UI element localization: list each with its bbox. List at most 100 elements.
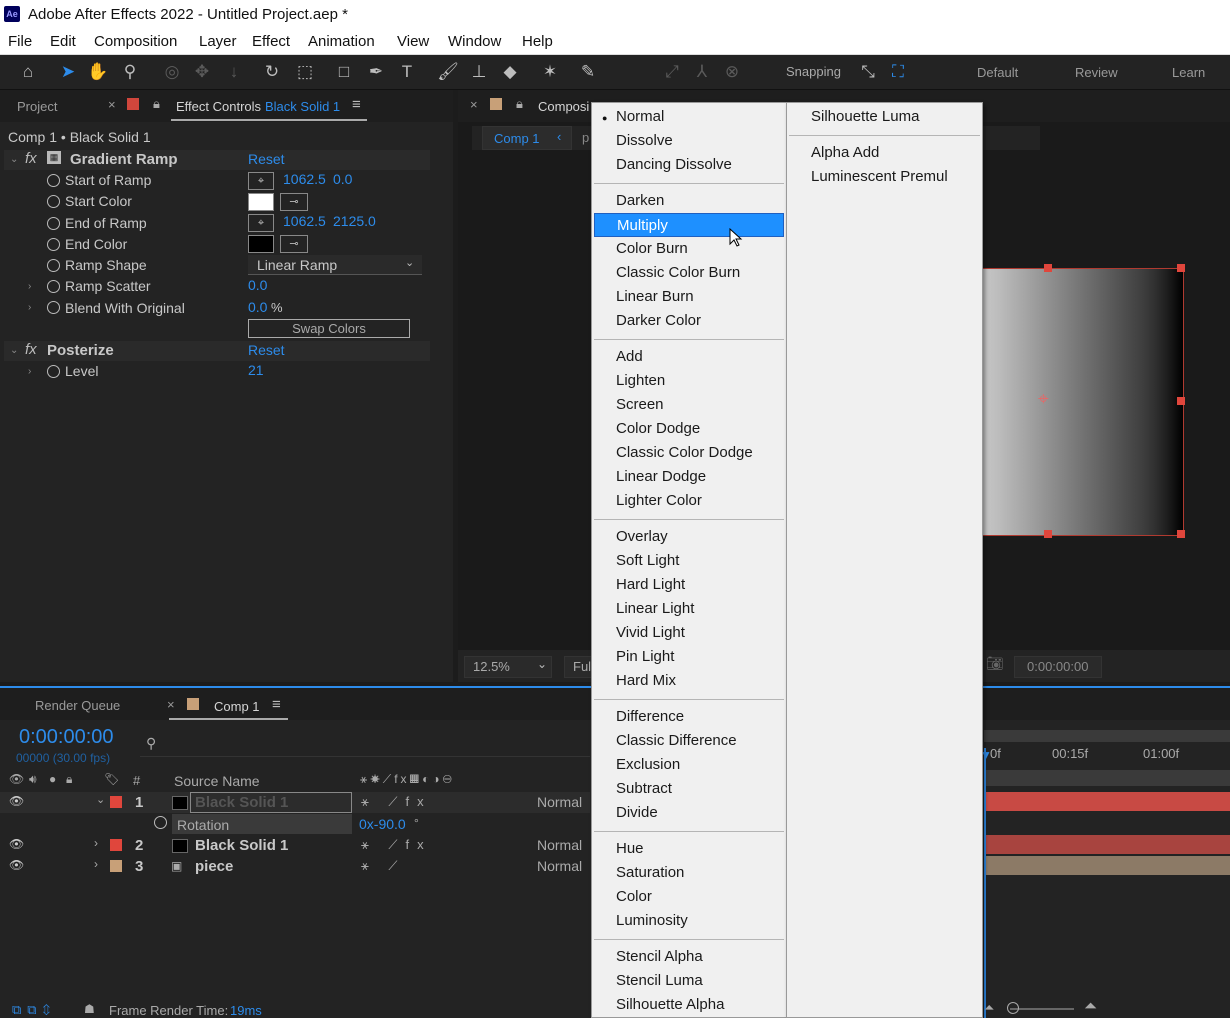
layer-name[interactable]: piece [195,858,233,875]
blend-value[interactable]: 0.0 [248,299,267,315]
comp-nav-tab[interactable]: Comp 1 ‹ [482,126,572,150]
menu-item[interactable]: Vivid Light [616,621,685,645]
search-input[interactable] [140,732,590,757]
menu-item[interactable]: Color Dodge [616,417,700,441]
menu-item[interactable]: Subtract [616,777,672,801]
menu-item[interactable]: Alpha Add [811,141,879,165]
twirl-right-icon[interactable]: › [28,366,31,377]
menu-item[interactable]: Luminescent Premul [811,165,948,189]
layer-handle[interactable] [1044,530,1052,538]
close-icon[interactable]: × [108,97,116,112]
menu-item[interactable]: Normal [616,105,664,129]
twirl-right-icon[interactable]: › [28,302,31,313]
point-target-icon[interactable]: ⌖ [248,172,274,190]
menu-item[interactable]: Exclusion [616,753,680,777]
menu-item[interactable]: Color [616,885,652,909]
menu-item[interactable]: Linear Dodge [616,465,706,489]
menu-item[interactable]: Classic Difference [616,729,737,753]
menu-item[interactable]: Hard Mix [616,669,676,693]
eyedropper-icon[interactable]: ⊸ [280,193,308,211]
close-icon[interactable]: × [470,97,478,112]
swap-colors-button[interactable]: Swap Colors [248,319,410,338]
menu-layer[interactable]: Layer [199,33,237,50]
label-color[interactable] [110,839,122,851]
menu-item[interactable]: Dissolve [616,129,673,153]
menu-item[interactable]: Luminosity [616,909,688,933]
stopwatch-icon[interactable] [47,280,60,293]
menu-item[interactable]: Pin Light [616,645,674,669]
tab-effect-controls[interactable]: Effect Controls [176,99,261,114]
fx-icon[interactable]: fx [25,150,37,167]
menu-item[interactable]: Hue [616,837,644,861]
stopwatch-icon[interactable] [47,259,60,272]
menu-item[interactable]: Silhouette Alpha [616,993,724,1017]
eye-icon[interactable]: 👁︎ [9,837,24,851]
col-source-name[interactable]: Source Name [174,773,260,789]
menu-item[interactable]: Soft Light [616,549,679,573]
point-target-icon[interactable]: ⌖ [248,214,274,232]
align-icon[interactable]: ⤢ [660,60,684,84]
eye-icon[interactable]: 👁︎ [9,794,24,808]
menu-item[interactable]: Saturation [616,861,684,885]
panel-menu-icon[interactable]: ≡ [352,96,361,113]
menu-item[interactable]: Screen [616,393,664,417]
zoom-slider[interactable] [1010,1008,1074,1010]
layer-name[interactable]: Black Solid 1 [195,837,288,854]
pen-tool-icon[interactable]: ✒ [364,60,388,84]
lock-icon[interactable]: 🔒︎ [153,96,160,112]
menu-item-selected[interactable]: Multiply [594,213,784,237]
layer-switches[interactable]: ⚹ ⟋ [361,858,406,874]
workspace-learn[interactable]: Learn [1172,65,1205,80]
type-tool-icon[interactable]: T [395,60,419,84]
zoom-in-icon[interactable]: ⏶ [1084,998,1097,1016]
rotation-tool-icon[interactable]: ↻ [260,60,284,84]
twirl-right-icon[interactable]: › [94,836,98,850]
camera-icon[interactable]: 📷︎ [986,655,1004,672]
menu-item[interactable]: Color Burn [616,237,688,261]
layer-mode[interactable]: Normal [537,794,582,810]
current-time[interactable]: 0:00:00:00 [19,726,114,749]
fx-icon[interactable]: fx [25,341,37,358]
layer-handle[interactable] [1177,264,1185,272]
layer-switches[interactable]: ⚹ ⟋fx [361,794,432,810]
close-icon[interactable]: × [167,697,175,712]
zoom-out-icon[interactable]: ⏶ [984,1000,994,1016]
home-icon[interactable]: ⌂ [16,60,40,84]
work-area-bar[interactable] [984,730,1230,742]
tab-composition[interactable]: Composi [538,99,589,114]
stopwatch-icon[interactable] [47,174,60,187]
snap-features-icon[interactable]: ⛶ [886,60,910,84]
table-row[interactable] [0,856,590,877]
lock-icon[interactable]: 🔒︎ [516,96,523,112]
menu-item[interactable]: Classic Color Dodge [616,441,753,465]
layer-mode[interactable]: Normal [537,858,582,874]
layer-handle[interactable] [1177,397,1185,405]
menu-item[interactable]: Lighter Color [616,489,702,513]
end-of-ramp-y[interactable]: 2125.0 [333,213,376,229]
twirl-down-icon[interactable]: ⌄ [10,154,18,165]
twirl-down-icon[interactable]: ⌄ [96,793,105,806]
end-of-ramp-x[interactable]: 1062.5 [283,213,326,229]
layer-mode[interactable]: Normal [537,837,582,853]
orbit-camera-icon[interactable]: ◎ [160,60,184,84]
stopwatch-icon[interactable] [47,195,60,208]
level-value[interactable]: 21 [248,362,264,378]
menu-view[interactable]: View [397,33,429,50]
world-axis-icon[interactable]: ⊗ [720,60,744,84]
eraser-tool-icon[interactable]: ◆ [498,60,522,84]
layer-bar[interactable] [984,792,1230,811]
zoom-tool-icon[interactable]: ⚲ [118,60,142,84]
layer-handle[interactable] [1177,530,1185,538]
menu-edit[interactable]: Edit [50,33,76,50]
menu-item[interactable]: Darken [616,189,664,213]
roto-brush-tool-icon[interactable]: ✶ [538,60,562,84]
layer-preview[interactable] [982,268,1184,536]
layer-handle[interactable] [1044,264,1052,272]
stopwatch-icon[interactable] [154,816,167,829]
effect-header-gradient-ramp[interactable] [4,150,430,170]
playhead[interactable] [984,748,986,1018]
start-color-swatch[interactable] [248,193,274,211]
menu-item[interactable]: Silhouette Luma [811,105,919,129]
workspace-review[interactable]: Review [1075,65,1118,80]
menu-file[interactable]: File [8,33,32,50]
